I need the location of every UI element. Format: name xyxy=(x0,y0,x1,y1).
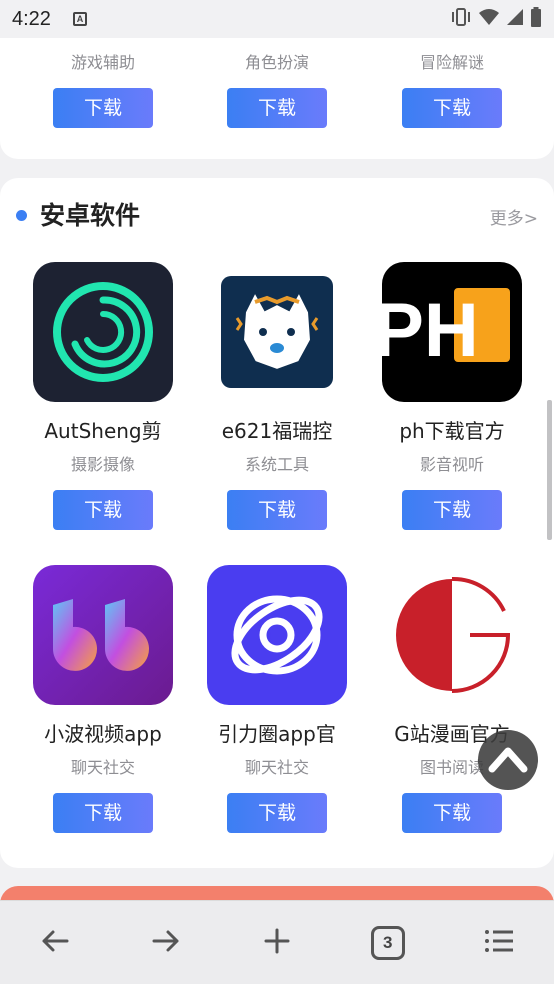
download-button[interactable]: 下载 xyxy=(227,490,327,530)
xiaobo-app-icon[interactable] xyxy=(33,565,173,705)
new-tab-button[interactable] xyxy=(247,913,307,973)
app-card[interactable]: 小波视频app 聊天社交 下载 xyxy=(33,565,173,833)
download-button[interactable]: 下载 xyxy=(53,88,153,128)
vibrate-icon xyxy=(450,8,472,30)
status-time: 4:22 xyxy=(12,7,51,30)
app-name: 引力圈app官 xyxy=(218,722,336,746)
android-software-section: 安卓软件 更多> AutSheng剪 摄影摄像 下载 e621福瑞控 系统工具 … xyxy=(0,178,554,868)
ph-icon-letter-p: PH xyxy=(382,288,479,373)
app-category: 摄影摄像 xyxy=(70,455,135,474)
chevron-up-icon xyxy=(488,743,528,777)
download-button[interactable]: 下载 xyxy=(53,490,153,530)
scrollbar-thumb[interactable] xyxy=(547,400,552,540)
app-category: 角色扮演 xyxy=(244,53,309,72)
autsheng-app-icon[interactable] xyxy=(33,262,173,402)
app-category: 聊天社交 xyxy=(70,758,135,777)
section-title: 安卓软件 xyxy=(40,201,141,230)
app-card[interactable]: G站漫画官方 图书阅读 下载 xyxy=(382,565,522,833)
download-button[interactable]: 下载 xyxy=(402,88,502,128)
app-category: 系统工具 xyxy=(244,455,309,474)
download-button[interactable]: 下载 xyxy=(53,793,153,833)
forward-button[interactable] xyxy=(136,913,196,973)
status-icons xyxy=(450,7,542,31)
tabs-icon: 3 xyxy=(370,925,405,960)
app-card[interactable]: 引力圈app官 聊天社交 下载 xyxy=(207,565,347,833)
app-card[interactable]: e621福瑞控 系统工具 下载 xyxy=(207,262,347,530)
ph-app-icon[interactable]: PH xyxy=(382,262,522,402)
plus-icon xyxy=(264,928,290,958)
app-category: 冒险解谜 xyxy=(419,53,484,72)
wifi-icon xyxy=(478,8,500,30)
app-category: 游戏辅助 xyxy=(70,53,135,72)
menu-icon xyxy=(484,929,514,957)
gzhan-app-icon[interactable] xyxy=(382,565,522,705)
forward-arrow-icon xyxy=(152,929,180,957)
prev-app-2: 角色扮演 下载 xyxy=(207,52,347,128)
app-name: ph下载官方 xyxy=(399,419,505,443)
browser-bottom-nav: 3 xyxy=(0,900,554,984)
download-button[interactable]: 下载 xyxy=(402,793,502,833)
app-category: 聊天社交 xyxy=(244,758,309,777)
back-button[interactable] xyxy=(25,913,85,973)
prev-app-3: 冒险解谜 下载 xyxy=(382,52,522,128)
yinliquan-app-icon[interactable] xyxy=(207,565,347,705)
app-name: 小波视频app xyxy=(44,722,162,746)
app-category: 影音视听 xyxy=(419,455,484,474)
app-card[interactable]: AutSheng剪 摄影摄像 下载 xyxy=(33,262,173,530)
prev-app-1: 游戏辅助 下载 xyxy=(33,52,173,128)
status-bar: 4:22 A xyxy=(0,0,554,38)
more-link[interactable]: 更多> xyxy=(490,204,538,229)
app-name: AutSheng剪 xyxy=(44,419,162,443)
menu-button[interactable] xyxy=(469,913,529,973)
section-dot xyxy=(16,210,27,221)
back-arrow-icon xyxy=(41,929,69,957)
e621-app-icon[interactable] xyxy=(207,262,347,402)
download-button[interactable]: 下载 xyxy=(402,490,502,530)
tabs-button[interactable]: 3 xyxy=(358,913,418,973)
app-card[interactable]: PH ph下载官方 影音视听 下载 xyxy=(382,262,522,530)
text-a-icon: A xyxy=(72,12,87,26)
download-button[interactable]: 下载 xyxy=(227,88,327,128)
signal-icon xyxy=(506,8,524,30)
battery-icon xyxy=(530,7,542,31)
back-to-top-button[interactable] xyxy=(478,730,538,790)
download-button[interactable]: 下载 xyxy=(227,793,327,833)
app-name: e621福瑞控 xyxy=(221,419,333,443)
